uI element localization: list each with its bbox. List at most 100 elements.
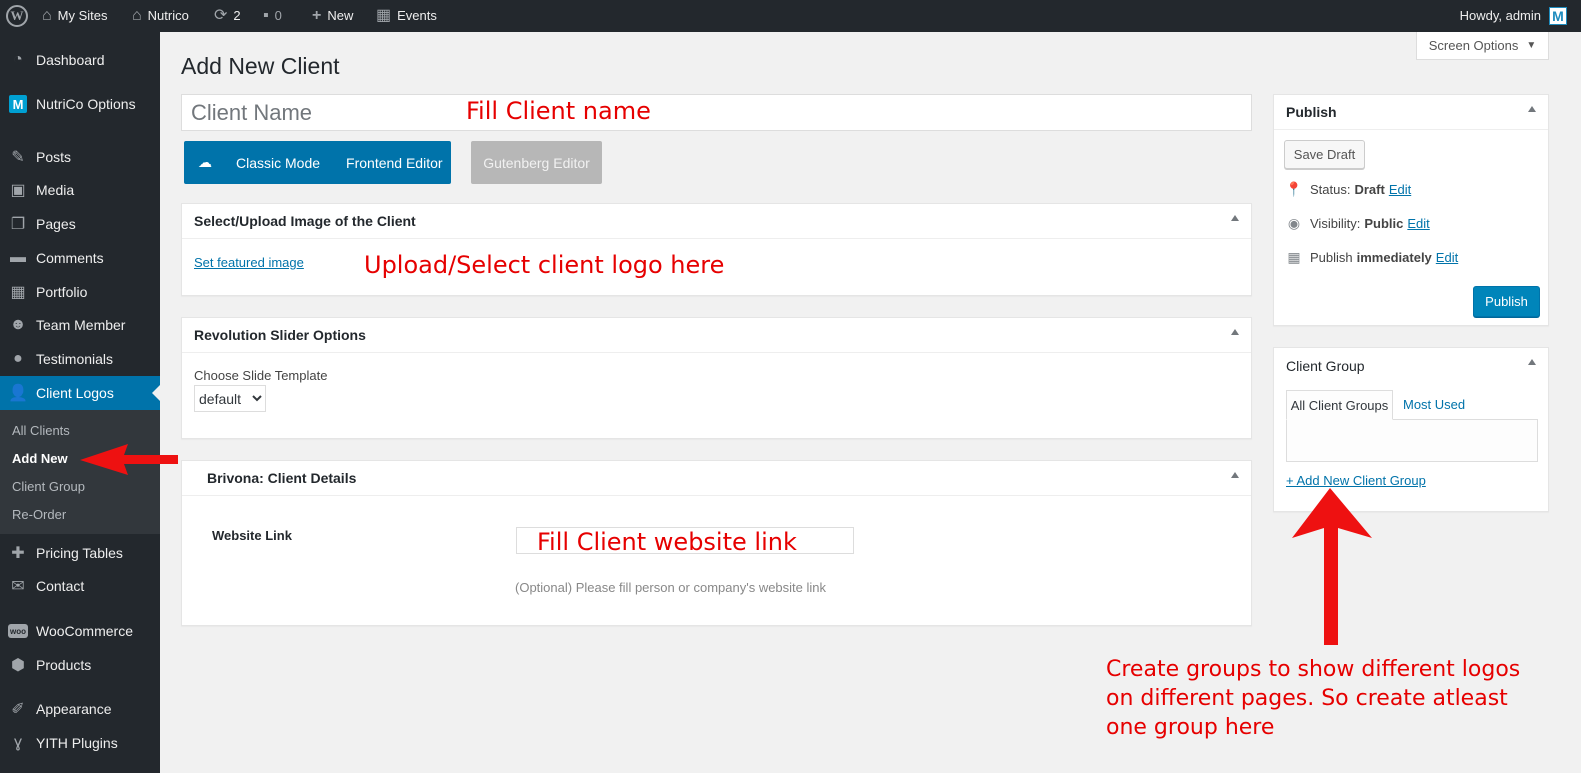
collapse-arrow-icon[interactable] xyxy=(1231,329,1239,335)
box-title: Client Group xyxy=(1286,357,1365,374)
slide-template-select[interactable]: default xyxy=(194,385,266,412)
cloud-icon: ☁ xyxy=(198,154,212,170)
frontend-editor-button[interactable]: Frontend Editor xyxy=(346,155,443,171)
site-name-label: Nutrico xyxy=(147,8,189,23)
classic-mode-button[interactable]: Classic Mode xyxy=(236,155,320,171)
user-icon: 👤 xyxy=(8,385,28,402)
revolution-slider-box-header[interactable]: Revolution Slider Options xyxy=(182,318,1251,353)
collapse-arrow-icon[interactable] xyxy=(1528,359,1536,365)
new-content-menu[interactable]: + New xyxy=(312,0,353,32)
menu-woocommerce[interactable]: woo WooCommerce xyxy=(0,614,160,648)
gutenberg-editor-button[interactable]: Gutenberg Editor xyxy=(471,141,602,184)
site-name-menu[interactable]: ⌂ Nutrico xyxy=(132,0,189,32)
status-label: Status: xyxy=(1310,182,1351,197)
events-menu[interactable]: ▦ Events xyxy=(376,0,437,32)
menu-products[interactable]: ⬢ Products xyxy=(0,648,160,682)
menu-pricing-tables[interactable]: ✚ Pricing Tables xyxy=(0,536,160,570)
client-details-box-header[interactable]: Brivona: Client Details xyxy=(182,461,1251,496)
website-link-hint: (Optional) Please fill person or company… xyxy=(515,580,827,595)
dashboard-gauge-icon: ◔ xyxy=(13,51,23,68)
client-logos-submenu: All Clients Add New Client Group Re-Orde… xyxy=(0,410,160,534)
menu-dashboard[interactable]: ◔ Dashboard xyxy=(0,43,160,77)
user-account-menu[interactable]: Howdy, admin M xyxy=(1460,0,1567,32)
menu-label: Appearance xyxy=(36,701,112,717)
home-icon: ⌂ xyxy=(132,7,142,24)
portfolio-grid-icon: ▦ xyxy=(10,284,26,301)
menu-label: Testimonials xyxy=(36,351,114,367)
menu-label: Products xyxy=(36,657,92,673)
menu-label: NutriCo Options xyxy=(36,96,136,112)
publish-date-row: ▦ Publish immediately Edit xyxy=(1284,249,1458,266)
menu-media[interactable]: ▣ Media xyxy=(0,173,160,207)
comments-menu[interactable]: ▪ 0 xyxy=(263,0,282,32)
page-title: Add New Client xyxy=(181,53,340,79)
menu-label: WooCommerce xyxy=(36,623,133,639)
collapse-arrow-icon[interactable] xyxy=(1528,106,1536,112)
testimonial-bubble-icon: ● xyxy=(13,350,23,367)
client-name-input[interactable] xyxy=(181,94,1252,131)
tab-most-used[interactable]: Most Used xyxy=(1403,397,1465,412)
updates-icon: ⟳ xyxy=(214,7,228,24)
screen-options-label: Screen Options xyxy=(1428,38,1519,53)
calendar-icon: ▦ xyxy=(1287,249,1301,265)
client-group-checklist[interactable] xyxy=(1286,419,1538,462)
screen-options-button[interactable]: Screen Options ▼ xyxy=(1416,32,1549,60)
edit-publish-date-link[interactable]: Edit xyxy=(1436,250,1458,265)
plus-icon: + xyxy=(312,7,322,24)
menu-portfolio[interactable]: ▦ Portfolio xyxy=(0,275,160,309)
comments-count: 0 xyxy=(274,8,282,23)
edit-status-link[interactable]: Edit xyxy=(1389,182,1411,197)
menu-pages[interactable]: ❐ Pages xyxy=(0,207,160,241)
publish-box-header[interactable]: Publish xyxy=(1274,95,1548,130)
menu-contact[interactable]: ✉ Contact xyxy=(0,569,160,603)
annotation-website: Fill Client website link xyxy=(537,528,797,556)
submenu-client-group[interactable]: Client Group xyxy=(12,479,85,494)
menu-testimonials[interactable]: ● Testimonials xyxy=(0,342,160,376)
menu-comments[interactable]: ▬ Comments xyxy=(0,241,160,275)
add-new-client-group-link[interactable]: + Add New Client Group xyxy=(1286,473,1426,488)
updates-count: 2 xyxy=(233,8,241,23)
visibility-value: Public xyxy=(1364,216,1404,231)
collapse-arrow-icon[interactable] xyxy=(1231,472,1239,478)
menu-team-member[interactable]: ☻ Team Member xyxy=(0,308,160,342)
menu-nutrico-options[interactable]: M NutriCo Options xyxy=(0,87,160,121)
team-icon: ☻ xyxy=(9,316,27,333)
menu-client-logos[interactable]: 👤 Client Logos xyxy=(0,376,160,410)
updates-menu[interactable]: ⟳ 2 xyxy=(214,0,241,32)
tab-all-client-groups[interactable]: All Client Groups xyxy=(1286,390,1393,420)
menu-label: Client Logos xyxy=(36,385,114,401)
comment-bubble-icon: ▪ xyxy=(263,7,269,24)
client-details-box: Brivona: Client Details Website Link Fil… xyxy=(181,460,1252,626)
nutrico-m-icon: M xyxy=(9,95,27,113)
edit-visibility-link[interactable]: Edit xyxy=(1407,216,1429,231)
my-sites-icon: ⌂ xyxy=(42,7,52,24)
submenu-re-order[interactable]: Re-Order xyxy=(12,507,66,522)
menu-label: Team Member xyxy=(36,317,126,333)
submenu-add-new[interactable]: Add New xyxy=(12,451,68,466)
menu-yith-plugins[interactable]: ɣ YITH Plugins xyxy=(0,726,160,760)
menu-appearance[interactable]: ✐ Appearance xyxy=(0,692,160,726)
admin-bar: W ⌂ My Sites ⌂ Nutrico ⟳ 2 ▪ 0 + New ▦ E… xyxy=(0,0,1581,32)
featured-image-box-header[interactable]: Select/Upload Image of the Client xyxy=(182,204,1251,239)
pushpin-icon: ✎ xyxy=(11,149,25,166)
revolution-slider-box: Revolution Slider Options Choose Slide T… xyxy=(181,317,1252,439)
woocommerce-icon: woo xyxy=(8,624,28,638)
submenu-all-clients[interactable]: All Clients xyxy=(12,423,70,438)
my-sites-menu[interactable]: ⌂ My Sites xyxy=(42,0,108,32)
menu-label: Dashboard xyxy=(36,52,105,68)
pin-icon: 📍 xyxy=(1285,181,1303,197)
events-label: Events xyxy=(397,8,437,23)
user-avatar: M xyxy=(1549,7,1567,25)
yith-icon: ɣ xyxy=(13,734,22,751)
set-featured-image-link[interactable]: Set featured image xyxy=(194,255,304,270)
wordpress-logo-icon[interactable]: W xyxy=(6,0,28,32)
menu-label: Pricing Tables xyxy=(36,545,123,561)
client-group-box-header[interactable]: Client Group xyxy=(1274,348,1548,383)
menu-posts[interactable]: ✎ Posts xyxy=(0,140,160,174)
box-title: Select/Upload Image of the Client xyxy=(194,213,416,229)
publish-button[interactable]: Publish xyxy=(1473,286,1540,317)
save-draft-button[interactable]: Save Draft xyxy=(1284,140,1365,169)
collapse-arrow-icon[interactable] xyxy=(1231,215,1239,221)
publish-date-label: Publish xyxy=(1310,250,1353,265)
menu-label: YITH Plugins xyxy=(36,735,118,751)
